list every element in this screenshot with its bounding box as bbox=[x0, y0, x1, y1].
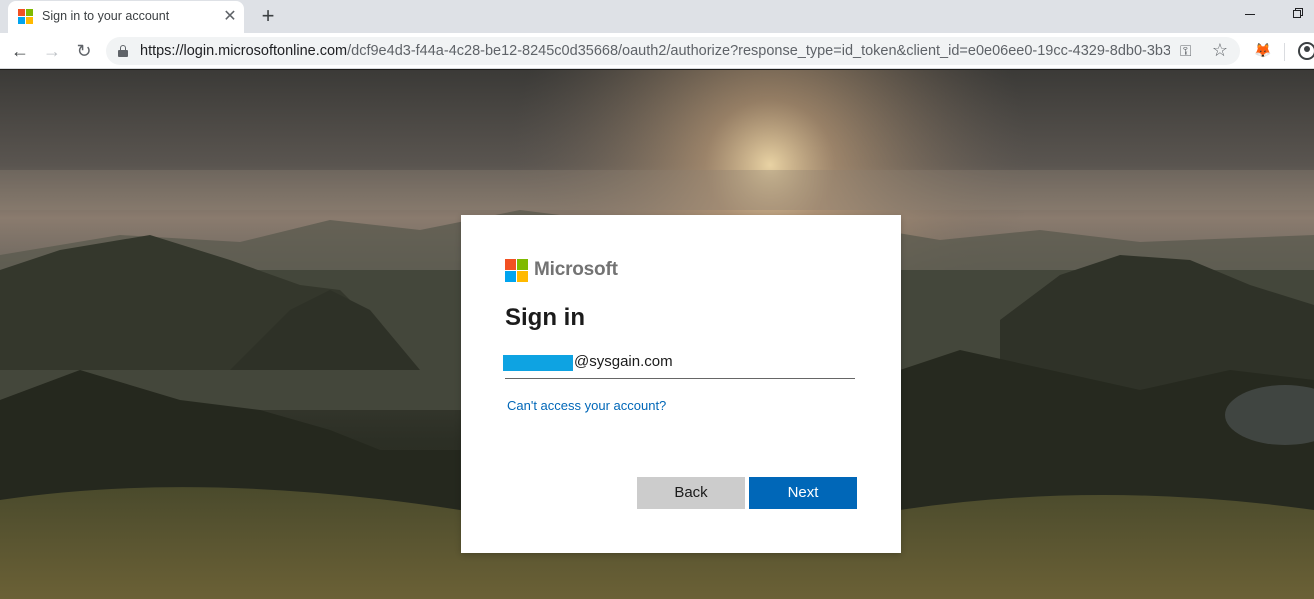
microsoft-logo-icon bbox=[505, 259, 528, 282]
close-tab-icon[interactable]: ✕ bbox=[220, 7, 240, 27]
toolbar-divider bbox=[1284, 43, 1285, 61]
tab-title: Sign in to your account bbox=[42, 9, 170, 23]
microsoft-brand-name: Microsoft bbox=[534, 259, 618, 280]
address-bar[interactable]: https://login.microsoftonline.com/dcf9e4… bbox=[106, 37, 1240, 65]
profile-avatar-icon[interactable] bbox=[1298, 42, 1314, 60]
new-tab-button[interactable]: + bbox=[256, 5, 280, 29]
lock-icon[interactable] bbox=[118, 45, 128, 57]
cant-access-account-link[interactable]: Can't access your account? bbox=[507, 398, 666, 413]
bookmark-star-icon[interactable]: ☆ bbox=[1210, 40, 1230, 60]
back-button[interactable]: Back bbox=[637, 477, 745, 509]
email-domain-text: @sysgain.com bbox=[574, 353, 673, 370]
sign-in-heading: Sign in bbox=[505, 304, 585, 331]
restore-window-button[interactable] bbox=[1286, 4, 1310, 24]
forward-arrow-icon[interactable]: → bbox=[40, 39, 64, 63]
back-arrow-icon[interactable]: ← bbox=[8, 39, 32, 63]
microsoft-favicon-icon bbox=[18, 9, 34, 25]
next-button[interactable]: Next bbox=[749, 477, 857, 509]
reload-icon[interactable]: ↻ bbox=[72, 39, 96, 63]
browser-tab[interactable]: Sign in to your account ✕ bbox=[8, 1, 244, 33]
key-icon[interactable]: ⚿ bbox=[1180, 43, 1198, 60]
sign-in-card: Microsoft Sign in @sysgain.com Can't acc… bbox=[461, 215, 901, 553]
metamask-extension-icon[interactable]: 🦊 bbox=[1254, 42, 1271, 58]
minimize-window-button[interactable] bbox=[1238, 4, 1262, 24]
redacted-username bbox=[503, 355, 573, 371]
browser-toolbar: ← → ↻ https://login.microsoftonline.com/… bbox=[0, 33, 1314, 69]
email-field[interactable]: @sysgain.com bbox=[503, 352, 855, 379]
browser-tab-strip: Sign in to your account ✕ + bbox=[0, 0, 1314, 33]
url-text[interactable]: https://login.microsoftonline.com/dcf9e4… bbox=[140, 43, 1170, 59]
